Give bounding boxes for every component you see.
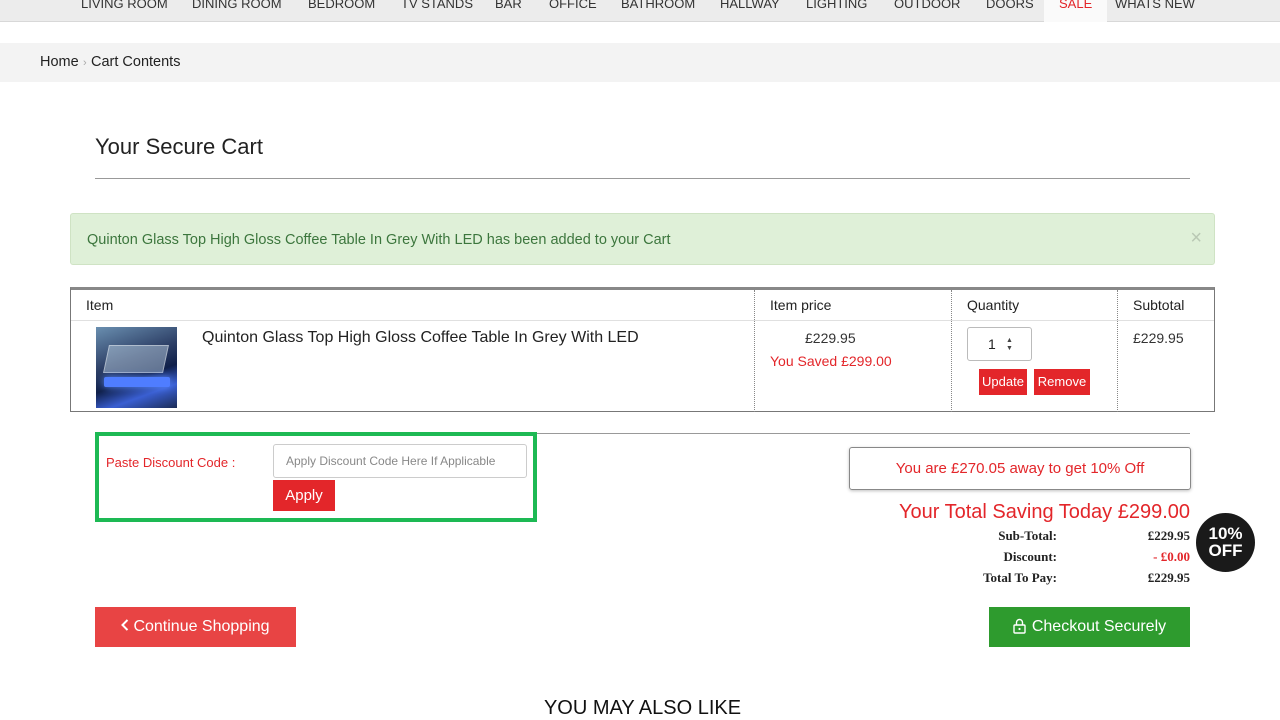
stepper-arrows-icon[interactable]: ▲ ▼: [1006, 337, 1013, 353]
nav-item-doors[interactable]: DOORS: [986, 0, 1034, 22]
product-image[interactable]: [96, 327, 177, 408]
chevron-left-icon: [121, 607, 129, 647]
checkout-label: Checkout Securely: [1031, 618, 1167, 635]
page-title: Your Secure Cart: [95, 134, 263, 159]
discount-row-label: Discount:: [1003, 549, 1057, 564]
breadcrumb: Home › Cart Contents: [0, 43, 1280, 82]
item-subtotal: £229.95: [1133, 330, 1184, 346]
discount-label: Paste Discount Code :: [106, 455, 236, 470]
subtotal-value: £229.95: [1147, 528, 1190, 543]
update-button[interactable]: Update: [979, 369, 1027, 395]
discount-badge[interactable]: 10% OFF: [1196, 513, 1255, 572]
breadcrumb-separator: ›: [83, 57, 87, 69]
away-message: You are £270.05 away to get 10% Off: [895, 460, 1145, 477]
item-price: £229.95: [805, 330, 856, 346]
product-name[interactable]: Quinton Glass Top High Gloss Coffee Tabl…: [202, 329, 639, 347]
header-item: Item: [86, 297, 114, 313]
total-value: £229.95: [1147, 570, 1190, 585]
nav-item-bedroom[interactable]: BEDROOM: [308, 0, 375, 22]
lock-icon: [1013, 610, 1026, 650]
nav-item-hallway[interactable]: HALLWAY: [720, 0, 780, 22]
success-alert: Quinton Glass Top High Gloss Coffee Tabl…: [70, 213, 1215, 265]
header-divider: [71, 320, 1214, 321]
header-quantity: Quantity: [967, 297, 1020, 313]
discount-threshold-box: You are £270.05 away to get 10% Off: [849, 447, 1191, 490]
also-like-heading: YOU MAY ALSO LIKE: [543, 697, 742, 719]
header-subtotal: Subtotal: [1133, 297, 1185, 313]
breadcrumb-home[interactable]: Home: [40, 54, 79, 70]
subtotal-row: Sub-Total: £229.95: [900, 528, 1190, 548]
nav-item-tv-stands[interactable]: TV STANDS: [401, 0, 473, 22]
apply-button[interactable]: Apply: [273, 480, 335, 511]
nav-item-bathroom[interactable]: BATHROOM: [621, 0, 695, 22]
continue-shopping-button[interactable]: Continue Shopping: [95, 607, 296, 647]
nav-item-office[interactable]: OFFICE: [549, 0, 597, 22]
quantity-value[interactable]: 1: [988, 336, 996, 352]
alert-message: Quinton Glass Top High Gloss Coffee Tabl…: [87, 232, 671, 248]
item-saved: You Saved £299.00: [770, 353, 892, 369]
checkout-button[interactable]: Checkout Securely: [989, 607, 1190, 647]
nav-item-outdoor[interactable]: OUTDOOR: [894, 0, 960, 22]
continue-shopping-label: Continue Shopping: [133, 618, 270, 635]
discount-row-value: - £0.00: [1153, 549, 1190, 564]
breadcrumb-current: Cart Contents: [91, 54, 181, 70]
discount-row: Discount: - £0.00: [900, 549, 1190, 569]
nav-item-dining-room[interactable]: DINING ROOM: [192, 0, 282, 22]
badge-line-1: 10%: [1208, 524, 1243, 543]
total-row: Total To Pay: £229.95: [900, 570, 1190, 590]
top-navigation: LIVING ROOM DINING ROOM BEDROOM TV STAND…: [0, 0, 1280, 22]
nav-item-bar[interactable]: BAR: [495, 0, 522, 22]
title-divider: [95, 178, 1190, 179]
nav-item-sale[interactable]: SALE: [1044, 0, 1108, 22]
discount-section: Paste Discount Code : Apply: [95, 432, 537, 522]
discount-code-input[interactable]: [273, 444, 527, 478]
remove-button[interactable]: Remove: [1034, 369, 1090, 395]
total-label: Total To Pay:: [983, 570, 1057, 585]
subtotal-label: Sub-Total:: [998, 528, 1057, 543]
nav-item-whats-new[interactable]: WHATS NEW: [1115, 0, 1195, 22]
nav-item-living-room[interactable]: LIVING ROOM: [81, 0, 168, 22]
quantity-stepper[interactable]: 1 ▲ ▼: [967, 327, 1032, 361]
cart-table: Item Item price Quantity Subtotal Quinto…: [70, 287, 1215, 412]
close-icon[interactable]: ×: [1190, 227, 1202, 250]
nav-item-lighting[interactable]: LIGHTING: [806, 0, 867, 22]
badge-line-2: OFF: [1208, 541, 1243, 560]
total-saving: Your Total Saving Today £299.00: [899, 501, 1190, 523]
header-price: Item price: [770, 297, 832, 313]
